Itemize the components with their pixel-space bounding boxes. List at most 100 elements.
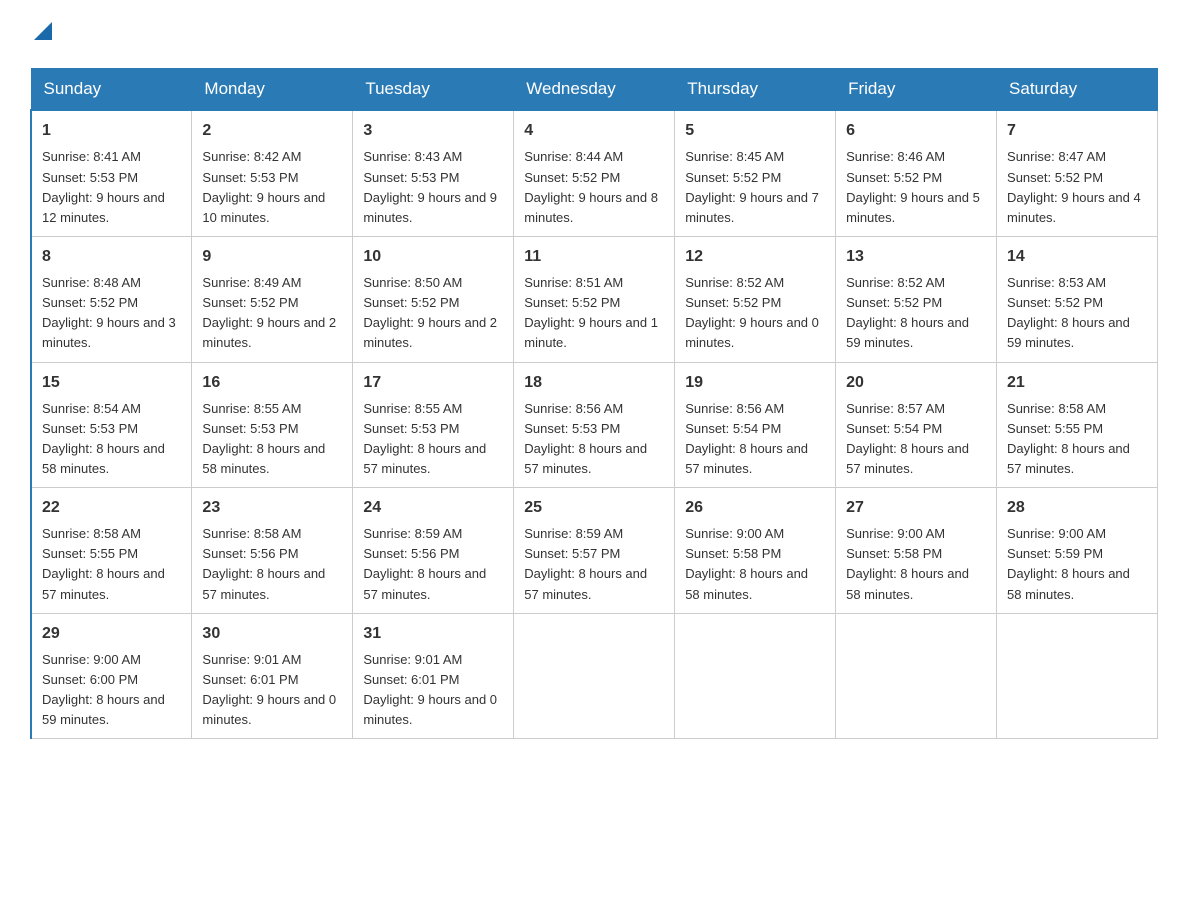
calendar-day-cell: 17 Sunrise: 8:55 AM Sunset: 5:53 PM Dayl… [353, 362, 514, 488]
day-number: 31 [363, 622, 503, 646]
calendar-day-cell: 22 Sunrise: 8:58 AM Sunset: 5:55 PM Dayl… [31, 488, 192, 614]
day-info: Sunrise: 9:01 AM Sunset: 6:01 PM Dayligh… [363, 650, 503, 731]
calendar-day-cell: 8 Sunrise: 8:48 AM Sunset: 5:52 PM Dayli… [31, 236, 192, 362]
calendar-day-cell: 21 Sunrise: 8:58 AM Sunset: 5:55 PM Dayl… [997, 362, 1158, 488]
calendar-header: Sunday Monday Tuesday Wednesday Thursday… [31, 69, 1158, 111]
calendar-day-cell: 1 Sunrise: 8:41 AM Sunset: 5:53 PM Dayli… [31, 110, 192, 236]
calendar-day-cell: 7 Sunrise: 8:47 AM Sunset: 5:52 PM Dayli… [997, 110, 1158, 236]
day-number: 9 [202, 245, 342, 269]
calendar-day-cell: 31 Sunrise: 9:01 AM Sunset: 6:01 PM Dayl… [353, 613, 514, 739]
header-wednesday: Wednesday [514, 69, 675, 111]
day-number: 13 [846, 245, 986, 269]
day-info: Sunrise: 8:57 AM Sunset: 5:54 PM Dayligh… [846, 399, 986, 480]
calendar-day-cell: 13 Sunrise: 8:52 AM Sunset: 5:52 PM Dayl… [836, 236, 997, 362]
calendar-day-cell: 24 Sunrise: 8:59 AM Sunset: 5:56 PM Dayl… [353, 488, 514, 614]
header-friday: Friday [836, 69, 997, 111]
page-header [30, 20, 1158, 48]
day-info: Sunrise: 8:58 AM Sunset: 5:56 PM Dayligh… [202, 524, 342, 605]
calendar-day-cell [675, 613, 836, 739]
calendar-day-cell [514, 613, 675, 739]
day-info: Sunrise: 8:44 AM Sunset: 5:52 PM Dayligh… [524, 147, 664, 228]
day-info: Sunrise: 8:58 AM Sunset: 5:55 PM Dayligh… [1007, 399, 1147, 480]
header-saturday: Saturday [997, 69, 1158, 111]
day-info: Sunrise: 8:56 AM Sunset: 5:53 PM Dayligh… [524, 399, 664, 480]
day-info: Sunrise: 9:00 AM Sunset: 5:59 PM Dayligh… [1007, 524, 1147, 605]
calendar-day-cell: 3 Sunrise: 8:43 AM Sunset: 5:53 PM Dayli… [353, 110, 514, 236]
logo [30, 20, 52, 48]
day-info: Sunrise: 8:46 AM Sunset: 5:52 PM Dayligh… [846, 147, 986, 228]
day-number: 22 [42, 496, 181, 520]
day-number: 14 [1007, 245, 1147, 269]
calendar-table: Sunday Monday Tuesday Wednesday Thursday… [30, 68, 1158, 739]
header-tuesday: Tuesday [353, 69, 514, 111]
day-info: Sunrise: 9:00 AM Sunset: 5:58 PM Dayligh… [846, 524, 986, 605]
day-info: Sunrise: 8:54 AM Sunset: 5:53 PM Dayligh… [42, 399, 181, 480]
calendar-day-cell: 12 Sunrise: 8:52 AM Sunset: 5:52 PM Dayl… [675, 236, 836, 362]
calendar-day-cell: 10 Sunrise: 8:50 AM Sunset: 5:52 PM Dayl… [353, 236, 514, 362]
calendar-day-cell: 23 Sunrise: 8:58 AM Sunset: 5:56 PM Dayl… [192, 488, 353, 614]
day-number: 30 [202, 622, 342, 646]
day-number: 18 [524, 371, 664, 395]
header-thursday: Thursday [675, 69, 836, 111]
day-number: 16 [202, 371, 342, 395]
day-info: Sunrise: 8:47 AM Sunset: 5:52 PM Dayligh… [1007, 147, 1147, 228]
day-info: Sunrise: 8:48 AM Sunset: 5:52 PM Dayligh… [42, 273, 181, 354]
day-number: 26 [685, 496, 825, 520]
day-number: 3 [363, 119, 503, 143]
day-number: 1 [42, 119, 181, 143]
calendar-day-cell: 27 Sunrise: 9:00 AM Sunset: 5:58 PM Dayl… [836, 488, 997, 614]
day-number: 5 [685, 119, 825, 143]
day-number: 25 [524, 496, 664, 520]
day-info: Sunrise: 8:52 AM Sunset: 5:52 PM Dayligh… [846, 273, 986, 354]
day-number: 11 [524, 245, 664, 269]
day-number: 15 [42, 371, 181, 395]
calendar-day-cell: 2 Sunrise: 8:42 AM Sunset: 5:53 PM Dayli… [192, 110, 353, 236]
calendar-week-row: 1 Sunrise: 8:41 AM Sunset: 5:53 PM Dayli… [31, 110, 1158, 236]
calendar-day-cell: 6 Sunrise: 8:46 AM Sunset: 5:52 PM Dayli… [836, 110, 997, 236]
calendar-day-cell: 30 Sunrise: 9:01 AM Sunset: 6:01 PM Dayl… [192, 613, 353, 739]
day-info: Sunrise: 8:52 AM Sunset: 5:52 PM Dayligh… [685, 273, 825, 354]
calendar-week-row: 8 Sunrise: 8:48 AM Sunset: 5:52 PM Dayli… [31, 236, 1158, 362]
calendar-day-cell: 9 Sunrise: 8:49 AM Sunset: 5:52 PM Dayli… [192, 236, 353, 362]
day-info: Sunrise: 8:59 AM Sunset: 5:57 PM Dayligh… [524, 524, 664, 605]
day-number: 24 [363, 496, 503, 520]
day-number: 2 [202, 119, 342, 143]
day-number: 20 [846, 371, 986, 395]
calendar-day-cell: 15 Sunrise: 8:54 AM Sunset: 5:53 PM Dayl… [31, 362, 192, 488]
calendar-day-cell: 16 Sunrise: 8:55 AM Sunset: 5:53 PM Dayl… [192, 362, 353, 488]
day-info: Sunrise: 9:00 AM Sunset: 6:00 PM Dayligh… [42, 650, 181, 731]
day-info: Sunrise: 8:53 AM Sunset: 5:52 PM Dayligh… [1007, 273, 1147, 354]
day-info: Sunrise: 9:00 AM Sunset: 5:58 PM Dayligh… [685, 524, 825, 605]
day-info: Sunrise: 8:50 AM Sunset: 5:52 PM Dayligh… [363, 273, 503, 354]
header-sunday: Sunday [31, 69, 192, 111]
day-info: Sunrise: 8:41 AM Sunset: 5:53 PM Dayligh… [42, 147, 181, 228]
day-info: Sunrise: 8:43 AM Sunset: 5:53 PM Dayligh… [363, 147, 503, 228]
day-number: 29 [42, 622, 181, 646]
calendar-day-cell: 25 Sunrise: 8:59 AM Sunset: 5:57 PM Dayl… [514, 488, 675, 614]
calendar-day-cell: 11 Sunrise: 8:51 AM Sunset: 5:52 PM Dayl… [514, 236, 675, 362]
day-number: 7 [1007, 119, 1147, 143]
day-info: Sunrise: 8:49 AM Sunset: 5:52 PM Dayligh… [202, 273, 342, 354]
calendar-day-cell: 14 Sunrise: 8:53 AM Sunset: 5:52 PM Dayl… [997, 236, 1158, 362]
calendar-day-cell [997, 613, 1158, 739]
day-number: 12 [685, 245, 825, 269]
weekday-header-row: Sunday Monday Tuesday Wednesday Thursday… [31, 69, 1158, 111]
calendar-day-cell: 4 Sunrise: 8:44 AM Sunset: 5:52 PM Dayli… [514, 110, 675, 236]
logo-triangle-icon [34, 20, 52, 46]
header-monday: Monday [192, 69, 353, 111]
day-number: 21 [1007, 371, 1147, 395]
day-info: Sunrise: 9:01 AM Sunset: 6:01 PM Dayligh… [202, 650, 342, 731]
day-number: 10 [363, 245, 503, 269]
day-info: Sunrise: 8:55 AM Sunset: 5:53 PM Dayligh… [202, 399, 342, 480]
calendar-day-cell: 18 Sunrise: 8:56 AM Sunset: 5:53 PM Dayl… [514, 362, 675, 488]
calendar-day-cell: 29 Sunrise: 9:00 AM Sunset: 6:00 PM Dayl… [31, 613, 192, 739]
day-number: 4 [524, 119, 664, 143]
day-info: Sunrise: 8:51 AM Sunset: 5:52 PM Dayligh… [524, 273, 664, 354]
calendar-week-row: 15 Sunrise: 8:54 AM Sunset: 5:53 PM Dayl… [31, 362, 1158, 488]
day-info: Sunrise: 8:58 AM Sunset: 5:55 PM Dayligh… [42, 524, 181, 605]
day-info: Sunrise: 8:45 AM Sunset: 5:52 PM Dayligh… [685, 147, 825, 228]
calendar-day-cell: 19 Sunrise: 8:56 AM Sunset: 5:54 PM Dayl… [675, 362, 836, 488]
calendar-body: 1 Sunrise: 8:41 AM Sunset: 5:53 PM Dayli… [31, 110, 1158, 738]
day-number: 6 [846, 119, 986, 143]
day-info: Sunrise: 8:55 AM Sunset: 5:53 PM Dayligh… [363, 399, 503, 480]
